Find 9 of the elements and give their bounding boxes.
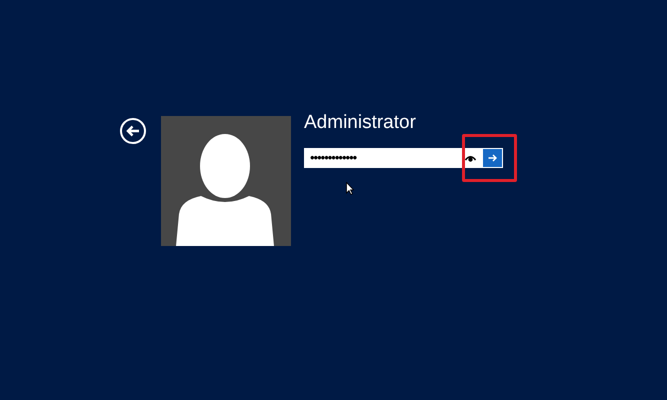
eye-icon[interactable]	[465, 154, 476, 162]
password-field[interactable]: •••••••••••••	[310, 148, 465, 168]
user-name: Administrator	[304, 112, 417, 134]
arrow-icon	[488, 154, 497, 162]
mouse-pointer-icon	[346, 182, 354, 195]
back-button[interactable]	[119, 117, 147, 145]
user-avatar-icon	[161, 116, 291, 246]
submit-button[interactable]	[483, 149, 502, 167]
password-box[interactable]: •••••••••••••	[304, 148, 503, 168]
